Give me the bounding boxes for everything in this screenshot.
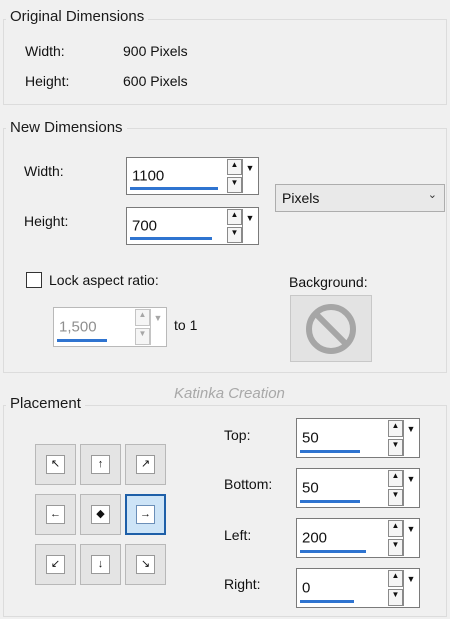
original-dimensions-group bbox=[3, 19, 447, 105]
left-underline bbox=[300, 550, 366, 553]
place-top-center[interactable]: ↑ bbox=[80, 444, 121, 485]
place-top-left[interactable]: ↖ bbox=[35, 444, 76, 485]
watermark-text: Katinka Creation bbox=[174, 385, 285, 402]
width-dropdown-icon[interactable]: ▼ bbox=[242, 159, 257, 193]
aspect-ratio-spinbox[interactable]: 1,500 ▲ ▼ ▼ bbox=[53, 307, 167, 347]
right-label: Right: bbox=[224, 576, 261, 592]
bottom-underline bbox=[300, 500, 360, 503]
arrow-down-right-icon: ↘ bbox=[136, 555, 155, 574]
center-dot-icon: ◆ bbox=[91, 505, 110, 524]
width-up-icon[interactable]: ▲ bbox=[227, 159, 242, 175]
left-down-icon[interactable]: ▼ bbox=[388, 539, 403, 556]
place-middle-left[interactable]: ← bbox=[35, 494, 76, 535]
right-spinbox[interactable]: 0 ▲ ▼ ▼ bbox=[296, 568, 420, 608]
ratio-dropdown-icon[interactable]: ▼ bbox=[150, 309, 165, 345]
left-label: Left: bbox=[224, 527, 252, 543]
aspect-ratio-underline bbox=[57, 339, 107, 342]
right-dropdown-icon[interactable]: ▼ bbox=[403, 570, 418, 606]
ratio-up-icon[interactable]: ▲ bbox=[135, 309, 150, 326]
place-bottom-center[interactable]: ↓ bbox=[80, 544, 121, 585]
lock-aspect-label[interactable]: Lock aspect ratio: bbox=[49, 272, 159, 288]
top-down-icon[interactable]: ▼ bbox=[388, 439, 403, 456]
place-center[interactable]: ◆ bbox=[80, 494, 121, 535]
bottom-label: Bottom: bbox=[224, 476, 273, 492]
left-up-icon[interactable]: ▲ bbox=[388, 520, 403, 537]
original-height-value: 600 Pixels bbox=[123, 73, 188, 89]
original-dimensions-title: Original Dimensions bbox=[6, 8, 149, 25]
width-down-icon[interactable]: ▼ bbox=[227, 177, 242, 193]
original-width-label: Width: bbox=[25, 43, 65, 59]
new-dimensions-title: New Dimensions bbox=[6, 119, 127, 136]
bottom-spinbox[interactable]: 50 ▲ ▼ ▼ bbox=[296, 468, 420, 508]
top-dropdown-icon[interactable]: ▼ bbox=[403, 420, 418, 456]
original-width-value: 900 Pixels bbox=[123, 43, 188, 59]
unit-select[interactable]: Pixels ⌄ bbox=[275, 184, 445, 212]
new-height-label: Height: bbox=[24, 213, 69, 229]
top-label: Top: bbox=[224, 427, 251, 443]
height-underline bbox=[130, 237, 212, 240]
arrow-down-left-icon: ↙ bbox=[46, 555, 65, 574]
arrow-up-left-icon: ↖ bbox=[46, 455, 65, 474]
ratio-down-icon[interactable]: ▼ bbox=[135, 328, 150, 345]
chevron-down-icon: ⌄ bbox=[427, 189, 437, 201]
placement-title: Placement bbox=[6, 395, 85, 412]
new-width-label: Width: bbox=[24, 163, 64, 179]
height-dropdown-icon[interactable]: ▼ bbox=[242, 209, 257, 243]
lock-aspect-checkbox[interactable] bbox=[26, 272, 42, 288]
height-up-icon[interactable]: ▲ bbox=[227, 209, 242, 225]
arrow-left-icon: ← bbox=[46, 505, 65, 524]
ratio-suffix-label: to 1 bbox=[174, 317, 198, 333]
bottom-dropdown-icon[interactable]: ▼ bbox=[403, 470, 418, 506]
place-bottom-left[interactable]: ↙ bbox=[35, 544, 76, 585]
no-symbol-icon bbox=[306, 304, 356, 354]
background-label: Background: bbox=[289, 274, 368, 290]
bottom-down-icon[interactable]: ▼ bbox=[388, 489, 403, 506]
left-dropdown-icon[interactable]: ▼ bbox=[403, 520, 418, 556]
place-middle-right[interactable]: → bbox=[125, 494, 166, 535]
bottom-up-icon[interactable]: ▲ bbox=[388, 470, 403, 487]
width-underline bbox=[130, 187, 218, 190]
width-spinbox[interactable]: 1100 ▲ ▼ ▼ bbox=[126, 157, 259, 195]
height-spinbox[interactable]: 700 ▲ ▼ ▼ bbox=[126, 207, 259, 245]
arrow-down-icon: ↓ bbox=[91, 555, 110, 574]
top-value: 50 bbox=[302, 429, 319, 447]
top-underline bbox=[300, 450, 360, 453]
bottom-value: 50 bbox=[302, 479, 319, 497]
right-underline bbox=[300, 600, 354, 603]
width-value: 1100 bbox=[132, 167, 165, 185]
place-bottom-right[interactable]: ↘ bbox=[125, 544, 166, 585]
aspect-ratio-value: 1,500 bbox=[59, 318, 97, 336]
top-spinbox[interactable]: 50 ▲ ▼ ▼ bbox=[296, 418, 420, 458]
arrow-up-icon: ↑ bbox=[91, 455, 110, 474]
left-spinbox[interactable]: 200 ▲ ▼ ▼ bbox=[296, 518, 420, 558]
height-down-icon[interactable]: ▼ bbox=[227, 227, 242, 243]
original-height-label: Height: bbox=[25, 73, 70, 89]
arrow-right-icon: → bbox=[136, 505, 155, 524]
unit-value: Pixels bbox=[282, 190, 320, 206]
top-up-icon[interactable]: ▲ bbox=[388, 420, 403, 437]
right-down-icon[interactable]: ▼ bbox=[388, 589, 403, 606]
left-value: 200 bbox=[302, 529, 328, 547]
height-value: 700 bbox=[132, 217, 158, 235]
background-swatch[interactable] bbox=[290, 295, 372, 362]
right-value: 0 bbox=[302, 579, 311, 597]
arrow-up-right-icon: ↗ bbox=[136, 455, 155, 474]
place-top-right[interactable]: ↗ bbox=[125, 444, 166, 485]
right-up-icon[interactable]: ▲ bbox=[388, 570, 403, 587]
